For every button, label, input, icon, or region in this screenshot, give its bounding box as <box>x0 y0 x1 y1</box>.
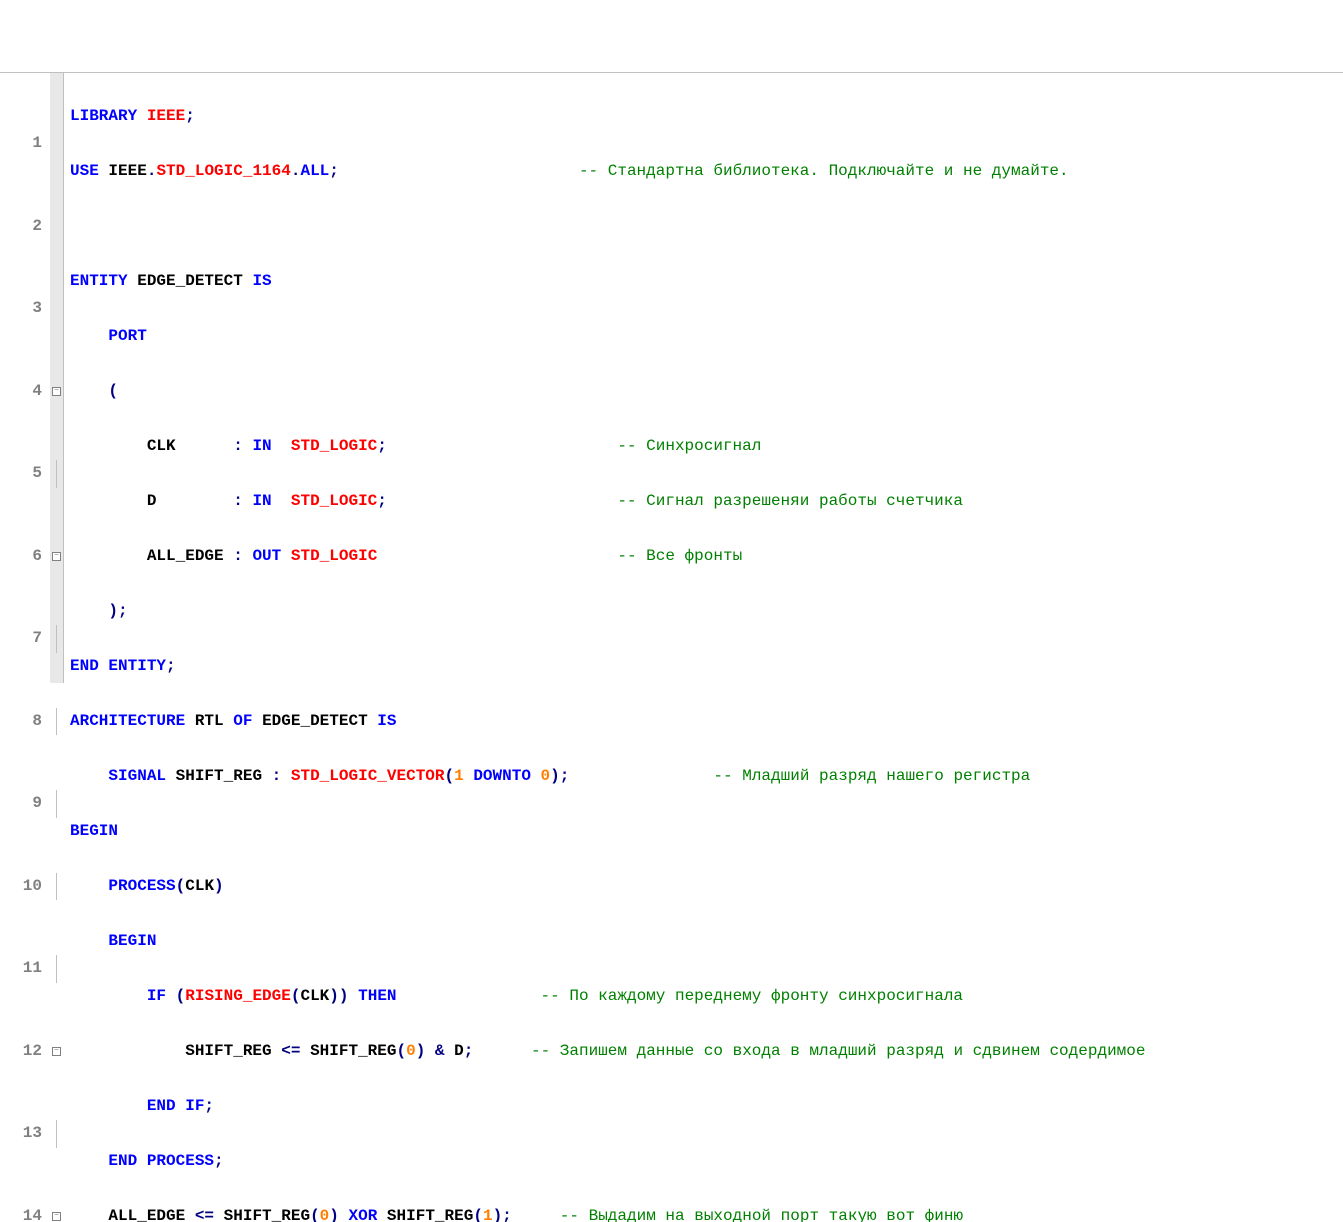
line-number: 10 <box>8 873 42 901</box>
fold-toggle[interactable]: − <box>50 1038 63 1066</box>
code-line: ENTITY EDGE_DETECT IS <box>70 268 1343 296</box>
code-line: IF (RISING_EDGE(CLK)) THEN -- По каждому… <box>70 983 1343 1011</box>
code-editor: 1 2 3 4 5 6 7 8 9 10 11 12 13 14 15 16 1… <box>0 72 1343 683</box>
line-number: 3 <box>8 295 42 323</box>
code-area[interactable]: LIBRARY IEEE; USE IEEE.STD_LOGIC_1164.AL… <box>64 73 1343 683</box>
line-number: 11 <box>8 955 42 983</box>
line-number: 14 <box>8 1203 42 1222</box>
code-line <box>70 213 1343 241</box>
line-number: 6 <box>8 543 42 571</box>
code-line: ALL_EDGE <= SHIFT_REG(0) XOR SHIFT_REG(1… <box>70 1203 1343 1222</box>
code-line: BEGIN <box>70 928 1343 956</box>
line-number: 1 <box>8 130 42 158</box>
code-line: END ENTITY; <box>70 653 1343 681</box>
line-number: 7 <box>8 625 42 653</box>
code-line: ALL_EDGE : OUT STD_LOGIC -- Все фронты <box>70 543 1343 571</box>
code-line: ARCHITECTURE RTL OF EDGE_DETECT IS <box>70 708 1343 736</box>
code-line: END PROCESS; <box>70 1148 1343 1176</box>
fold-toggle[interactable]: − <box>50 378 63 406</box>
code-line: END IF; <box>70 1093 1343 1121</box>
line-number: 12 <box>8 1038 42 1066</box>
line-number: 4 <box>8 378 42 406</box>
code-line: BEGIN <box>70 818 1343 846</box>
line-number-gutter: 1 2 3 4 5 6 7 8 9 10 11 12 13 14 15 16 1… <box>0 73 50 683</box>
line-number: 13 <box>8 1120 42 1148</box>
code-line: SIGNAL SHIFT_REG : STD_LOGIC_VECTOR(1 DO… <box>70 763 1343 791</box>
fold-margin: − − − − − − <box>50 73 64 683</box>
code-line: ( <box>70 378 1343 406</box>
code-line: USE IEEE.STD_LOGIC_1164.ALL; -- Стандарт… <box>70 158 1343 186</box>
line-number: 2 <box>8 213 42 241</box>
line-number: 5 <box>8 460 42 488</box>
line-number: 9 <box>8 790 42 818</box>
code-line: LIBRARY IEEE; <box>70 103 1343 131</box>
code-line: D : IN STD_LOGIC; -- Сигнал разрешеняи р… <box>70 488 1343 516</box>
code-line: CLK : IN STD_LOGIC; -- Синхросигнал <box>70 433 1343 461</box>
code-line: PROCESS(CLK) <box>70 873 1343 901</box>
code-line: ); <box>70 598 1343 626</box>
line-number: 8 <box>8 708 42 736</box>
code-line: PORT <box>70 323 1343 351</box>
code-line: SHIFT_REG <= SHIFT_REG(0) & D; -- Запише… <box>70 1038 1343 1066</box>
fold-toggle[interactable]: − <box>50 543 63 571</box>
fold-toggle[interactable]: − <box>50 1203 63 1222</box>
